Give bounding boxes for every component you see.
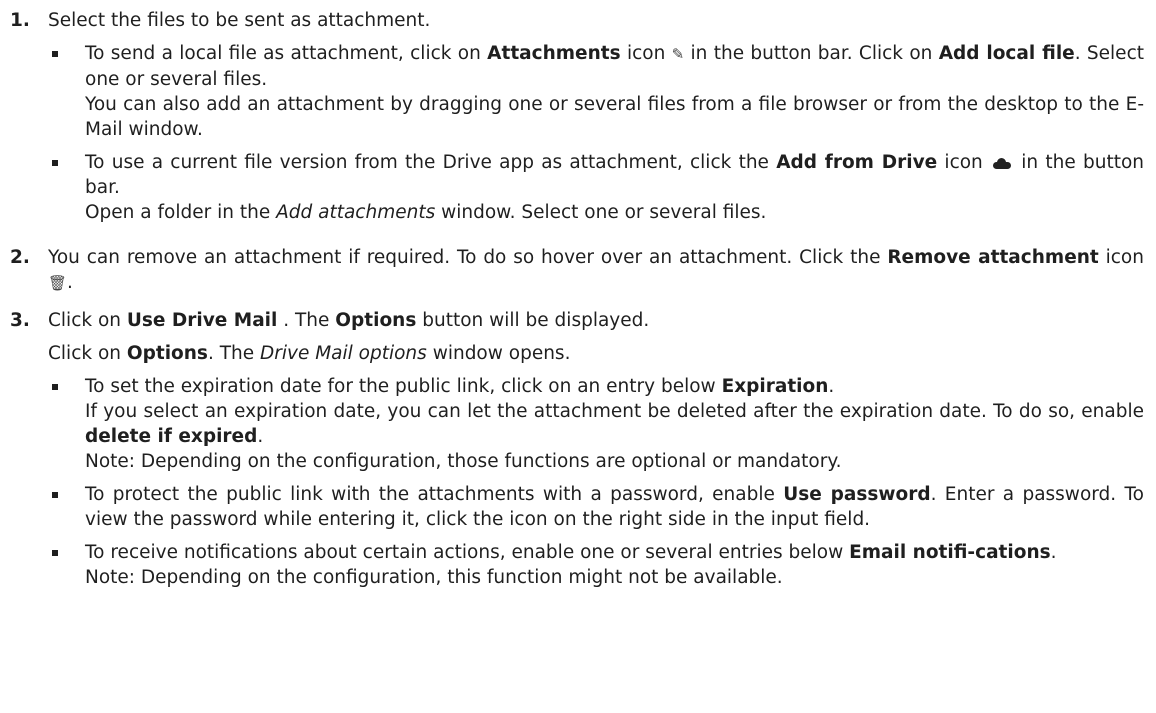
- window-name: Add attachments: [276, 202, 436, 223]
- text: button will be displayed.: [416, 310, 650, 331]
- list-item: To send a local file as attachment, clic…: [48, 41, 1144, 142]
- step-number: 2.: [10, 247, 30, 268]
- list-item: To use a current file version from the D…: [48, 150, 1144, 225]
- step-text: Click on Options. The Drive Mail options…: [48, 341, 1144, 366]
- ui-term: Remove attachment: [887, 247, 1099, 268]
- text: You can remove an attachment if required…: [48, 247, 888, 268]
- text: . The: [207, 343, 260, 364]
- text: Click on: [48, 310, 127, 331]
- ui-term: Expiration: [721, 376, 829, 397]
- text: window. Select one or several files.: [435, 202, 767, 223]
- text: To receive notifications about certain a…: [85, 542, 850, 563]
- bullet-marker: [48, 482, 85, 532]
- text: Click on: [48, 343, 127, 364]
- step-body: You can remove an attachment if required…: [48, 245, 1144, 296]
- text: To use a current file version from the D…: [85, 152, 777, 173]
- step-title: Select the files to be sent as attachmen…: [48, 10, 431, 31]
- ui-term: Email notifi-cations: [849, 542, 1051, 563]
- bullet-marker: [48, 374, 85, 474]
- text: .: [67, 272, 73, 293]
- ui-term: Options: [335, 310, 417, 331]
- text: To protect the public link with the atta…: [85, 484, 784, 505]
- step-text: Click on Use Drive Mail . The Options bu…: [48, 308, 1144, 333]
- trash-icon: 🗑: [48, 274, 68, 292]
- list-item-text: To receive notifications about certain a…: [85, 540, 1144, 590]
- text: You can also add an attachment by draggi…: [85, 94, 1144, 140]
- text: icon: [937, 152, 991, 173]
- step-3: 3. Click on Use Drive Mail . The Options…: [10, 308, 1144, 598]
- window-name: Drive Mail options: [260, 343, 427, 364]
- bullet-marker: [48, 540, 85, 590]
- step-number: 1.: [10, 10, 30, 31]
- text: window opens.: [426, 343, 571, 364]
- text: . The: [277, 310, 336, 331]
- text: Open a folder in the: [85, 202, 277, 223]
- document: 1. Select the files to be sent as attach…: [0, 0, 1156, 598]
- list-item-text: To use a current file version from the D…: [85, 150, 1144, 225]
- step-body: Select the files to be sent as attachmen…: [48, 8, 1144, 233]
- bullet-marker: [48, 150, 85, 225]
- list-item-text: To send a local file as attachment, clic…: [85, 41, 1144, 142]
- text: To set the expiration date for the publi…: [85, 376, 722, 397]
- step-body: Click on Use Drive Mail . The Options bu…: [48, 308, 1144, 598]
- ui-term: Attachments: [487, 43, 621, 64]
- ui-term: Use password: [783, 484, 931, 505]
- ui-term: delete if expired: [85, 426, 258, 447]
- text: icon: [620, 43, 672, 64]
- text: icon: [1098, 247, 1144, 268]
- bullet-marker: [48, 41, 85, 142]
- ui-term: Add from Drive: [776, 152, 938, 173]
- cloud-icon: [993, 158, 1012, 169]
- bullet-list: To send a local file as attachment, clic…: [48, 41, 1144, 225]
- ui-term: Options: [126, 343, 208, 364]
- list-item: To protect the public link with the atta…: [48, 482, 1144, 532]
- step-2: 2. You can remove an attachment if requi…: [10, 245, 1144, 296]
- ui-term: Use Drive Mail: [126, 310, 278, 331]
- bullet-list: To set the expiration date for the publi…: [48, 374, 1144, 590]
- list-item-text: To protect the public link with the atta…: [85, 482, 1144, 532]
- text: .: [1050, 542, 1057, 563]
- step-text: You can remove an attachment if required…: [48, 245, 1144, 296]
- text: To send a local file as attachment, clic…: [85, 43, 488, 64]
- attachments-icon: ✎: [671, 45, 685, 63]
- text: .: [257, 426, 264, 447]
- list-item: To receive notifications about certain a…: [48, 540, 1144, 590]
- list-item: To set the expiration date for the publi…: [48, 374, 1144, 474]
- list-item-text: To set the expiration date for the publi…: [85, 374, 1144, 474]
- text: If you select an expiration date, you ca…: [85, 401, 1144, 422]
- step-1: 1. Select the files to be sent as attach…: [10, 8, 1144, 233]
- note: Note: Depending on the configuration, th…: [85, 567, 783, 588]
- note: Note: Depending on the configuration, th…: [85, 451, 842, 472]
- step-number: 3.: [10, 310, 30, 331]
- text: .: [828, 376, 835, 397]
- text: in the button bar. Click on: [684, 43, 939, 64]
- ui-term: Add local file: [938, 43, 1075, 64]
